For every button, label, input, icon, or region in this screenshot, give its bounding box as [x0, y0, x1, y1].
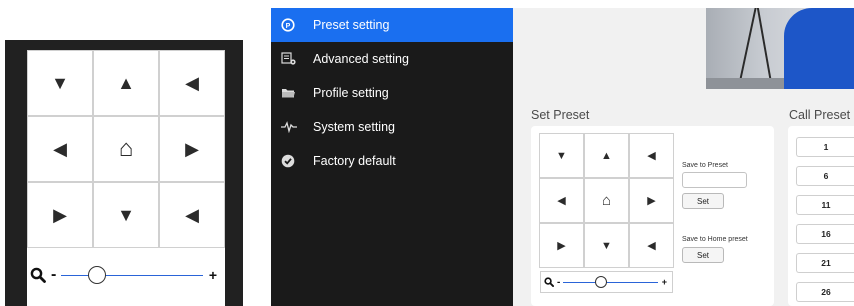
- arrow-right-icon: ▶: [185, 138, 199, 159]
- tilt-up-button[interactable]: ▲: [94, 51, 158, 115]
- arrow-down-right-icon: ◀: [185, 204, 199, 225]
- tilt-down-button[interactable]: ▼: [94, 183, 158, 247]
- magnifier-icon: [30, 267, 46, 283]
- call-preset-card: 1 6 11 16 21 26: [788, 126, 854, 306]
- pan-up-right-button[interactable]: ◀: [160, 51, 224, 115]
- tilt-down-button[interactable]: ▼: [585, 224, 628, 267]
- pan-up-right-button[interactable]: ◀: [630, 134, 673, 177]
- arrow-up-icon: ▲: [117, 72, 135, 93]
- home-button[interactable]: ⌂: [94, 117, 158, 181]
- sidebar-item-label: Advanced setting: [313, 52, 409, 66]
- zoom-slider-knob[interactable]: [595, 276, 608, 288]
- ptz-pad: ▼ ▲ ◀ ◀ ⌂ ▶ ▶ ▼ ◀ - +: [27, 50, 225, 306]
- direction-grid: ▼ ▲ ◀ ◀ ⌂ ▶ ▶ ▼ ◀: [27, 50, 225, 248]
- zoom-in-sign[interactable]: +: [209, 267, 217, 283]
- pan-up-left-button[interactable]: ▼: [28, 51, 92, 115]
- arrow-down-left-icon: ▶: [53, 204, 67, 225]
- arrow-left-icon: ◀: [53, 138, 67, 159]
- call-preset-button[interactable]: 11: [796, 195, 854, 215]
- zoom-out-sign[interactable]: -: [557, 277, 560, 288]
- zoom-in-sign[interactable]: +: [662, 277, 667, 287]
- preset-icon: P: [281, 17, 303, 33]
- direction-grid: ▼ ▲ ◀ ◀ ⌂ ▶ ▶ ▼ ◀: [539, 133, 674, 268]
- arrow-down-left-icon: ▶: [557, 240, 566, 252]
- zoom-slider-knob[interactable]: [87, 266, 106, 284]
- camera-preview: [706, 8, 854, 89]
- pulse-icon: [281, 119, 303, 135]
- set-home-preset-button[interactable]: Set: [682, 247, 724, 263]
- sidebar-item-label: Preset setting: [313, 18, 390, 32]
- sidebar-item-factory-default[interactable]: Factory default: [271, 144, 513, 178]
- svg-text:P: P: [286, 23, 291, 30]
- pan-right-button[interactable]: ▶: [630, 179, 673, 222]
- pan-left-button[interactable]: ◀: [540, 179, 583, 222]
- tilt-up-button[interactable]: ▲: [585, 134, 628, 177]
- arrow-up-left-icon: ▼: [556, 149, 567, 162]
- arrow-right-icon: ▶: [647, 195, 656, 207]
- zoom-slider-track[interactable]: [61, 266, 203, 284]
- sidebar-item-system-setting[interactable]: System setting: [271, 110, 513, 144]
- set-preset-card: ▼ ▲ ◀ ◀ ⌂ ▶ ▶ ▼ ◀ - + Save to Preset Set…: [531, 126, 774, 306]
- advanced-settings-icon: [281, 51, 303, 67]
- sidebar-item-label: Factory default: [313, 154, 396, 168]
- magnifier-icon: [544, 277, 554, 287]
- checkmark-icon: [281, 153, 303, 169]
- arrow-down-icon: ▼: [117, 204, 135, 225]
- call-preset-button[interactable]: 26: [796, 282, 854, 302]
- save-to-home-preset-label: Save to Home preset: [682, 236, 748, 243]
- arrow-left-icon: ◀: [557, 195, 566, 207]
- arrow-up-right-icon: ◀: [647, 150, 656, 162]
- zoom-slider-row: - +: [27, 255, 225, 295]
- sidebar-item-profile-setting[interactable]: Profile setting: [271, 76, 513, 110]
- sidebar-item-label: Profile setting: [313, 86, 389, 100]
- pan-up-left-button[interactable]: ▼: [540, 134, 583, 177]
- zoom-slider-row: - +: [540, 271, 673, 293]
- save-to-preset-label: Save to Preset: [682, 162, 728, 169]
- call-preset-button[interactable]: 1: [796, 137, 854, 157]
- ptz-control-zoomed-view: ▼ ▲ ◀ ◀ ⌂ ▶ ▶ ▼ ◀ - +: [5, 40, 243, 306]
- arrow-up-right-icon: ◀: [185, 72, 199, 93]
- sidebar-item-preset-setting[interactable]: P Preset setting: [271, 8, 513, 42]
- home-button[interactable]: ⌂: [585, 179, 628, 222]
- call-preset-button[interactable]: 16: [796, 224, 854, 244]
- pan-down-left-button[interactable]: ▶: [540, 224, 583, 267]
- preview-subject: [784, 8, 854, 89]
- arrow-up-icon: ▲: [601, 149, 612, 162]
- pan-left-button[interactable]: ◀: [28, 117, 92, 181]
- sidebar-item-label: System setting: [313, 120, 395, 134]
- set-preset-button[interactable]: Set: [682, 193, 724, 209]
- pan-right-button[interactable]: ▶: [160, 117, 224, 181]
- preset-number-input[interactable]: [682, 172, 747, 188]
- arrow-down-icon: ▼: [601, 239, 612, 252]
- pan-down-right-button[interactable]: ◀: [630, 224, 673, 267]
- zoom-slider-track[interactable]: [563, 276, 658, 288]
- set-preset-title: Set Preset: [531, 108, 590, 122]
- sidebar: P Preset setting Advanced setting Profil…: [271, 8, 513, 306]
- folder-icon: [281, 85, 303, 101]
- call-preset-button[interactable]: 21: [796, 253, 854, 273]
- zoom-out-sign[interactable]: -: [51, 266, 56, 284]
- main-content: Set Preset Call Preset ▼ ▲ ◀ ◀ ⌂ ▶ ▶ ▼ ◀…: [513, 8, 854, 306]
- home-icon: ⌂: [118, 135, 134, 162]
- call-preset-title: Call Preset: [789, 108, 851, 122]
- pan-down-left-button[interactable]: ▶: [28, 183, 92, 247]
- arrow-up-left-icon: ▼: [51, 72, 69, 93]
- call-preset-button[interactable]: 6: [796, 166, 854, 186]
- home-icon: ⌂: [601, 192, 612, 209]
- arrow-down-right-icon: ◀: [647, 240, 656, 252]
- sidebar-item-advanced-setting[interactable]: Advanced setting: [271, 42, 513, 76]
- pan-down-right-button[interactable]: ◀: [160, 183, 224, 247]
